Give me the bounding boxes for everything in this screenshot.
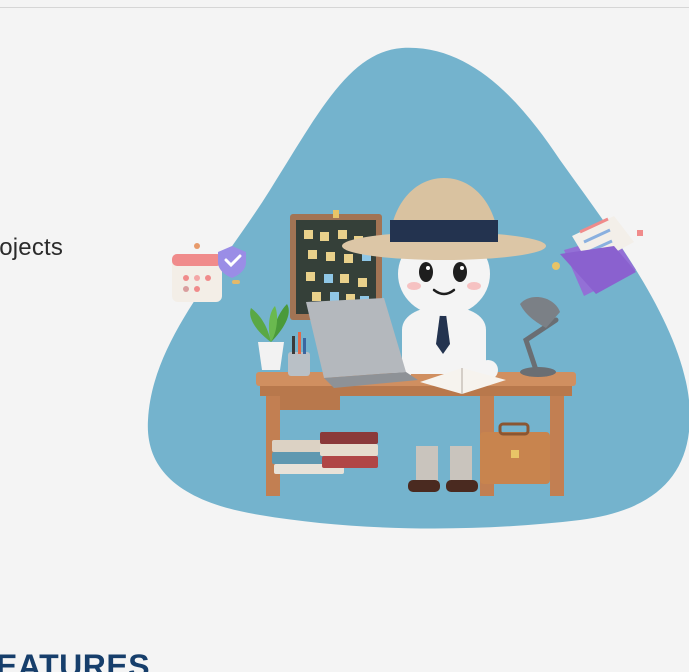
calendar-icon <box>172 243 222 302</box>
hero-illustration <box>147 47 689 529</box>
header-divider <box>0 7 689 8</box>
hero-tagline: rojects <box>0 234 64 261</box>
briefcase-icon <box>480 422 550 484</box>
features-heading: EATURES <box>0 648 151 672</box>
page: rojects <box>0 0 689 672</box>
